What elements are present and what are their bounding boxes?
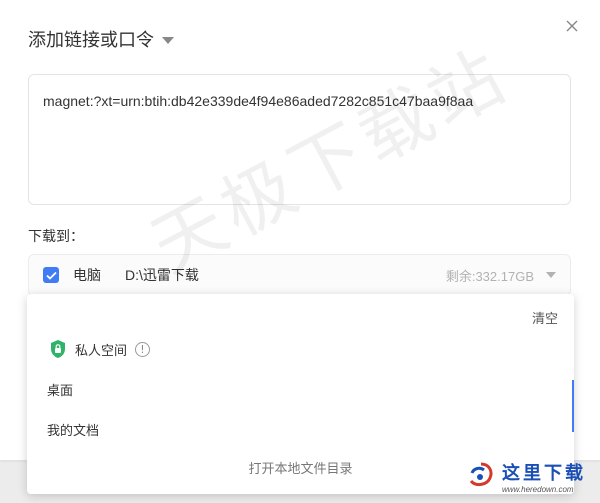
dropdown-item-desktop[interactable]: 桌面 — [47, 380, 73, 399]
title-dropdown-icon[interactable] — [162, 37, 174, 44]
clear-button[interactable]: 清空 — [532, 308, 558, 327]
dropdown-item-documents[interactable]: 我的文档 — [47, 420, 99, 439]
swirl-logo-icon — [469, 462, 493, 487]
device-name: 电脑 — [73, 267, 101, 283]
chevron-down-icon[interactable] — [546, 272, 556, 278]
title-row[interactable]: 添加链接或口令 — [28, 26, 174, 52]
info-icon[interactable]: ! — [135, 341, 151, 357]
scrollbar-indicator — [572, 380, 574, 432]
download-path-selector[interactable]: 电脑 D:\迅雷下载 剩余:332.17GB — [28, 254, 571, 296]
private-space-label: 私人空间 — [75, 342, 128, 358]
logo-text: 这里下载 www.heredown.com — [502, 459, 586, 494]
shield-lock-icon — [51, 340, 65, 358]
private-space-item[interactable]: 私人空间 ! — [49, 338, 151, 360]
logo-cn: 这里下载 — [502, 462, 586, 484]
check-icon — [45, 271, 57, 280]
dialog-title: 添加链接或口令 — [28, 30, 154, 50]
download-path: D:\迅雷下载 — [125, 267, 199, 283]
device-checkbox[interactable] — [43, 267, 59, 283]
download-to-label: 下载到： — [28, 228, 84, 244]
close-icon — [566, 20, 578, 32]
free-space: 剩余:332.17GB — [445, 268, 534, 284]
corner-logo: 这里下载 www.heredown.com — [466, 453, 594, 499]
link-input[interactable] — [28, 74, 571, 205]
close-button[interactable] — [562, 16, 582, 36]
logo-url: www.heredown.com — [502, 484, 574, 494]
